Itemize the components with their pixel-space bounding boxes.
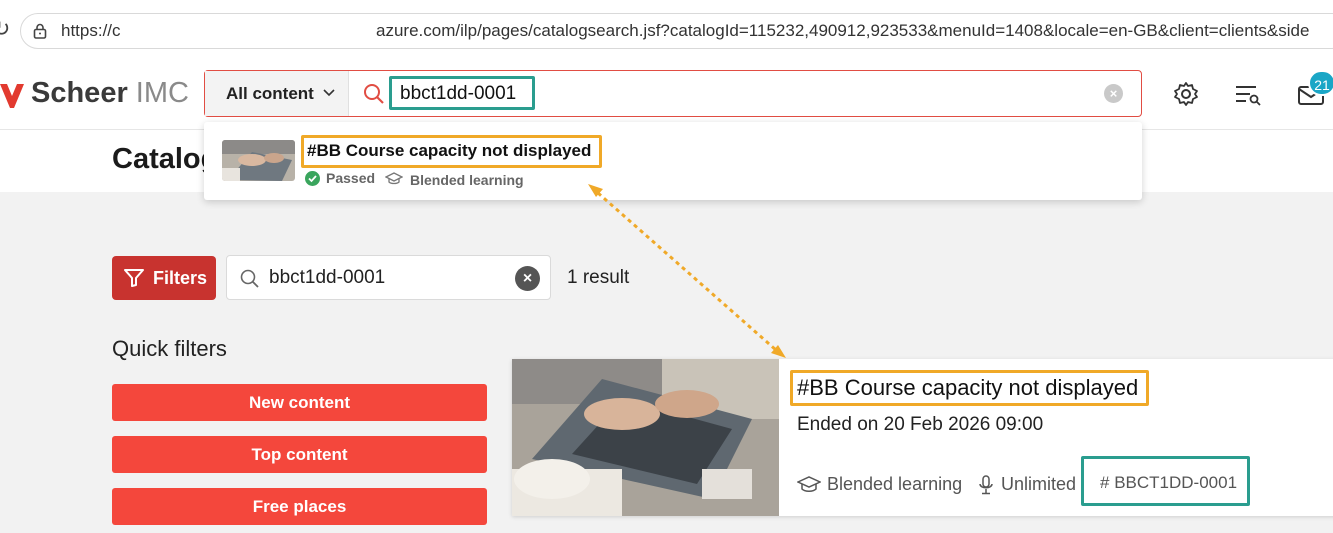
suggestion-status: Passed: [326, 170, 376, 186]
result-id: # BBCT1DD-0001: [1100, 473, 1237, 493]
suggestion-type: Blended learning: [410, 172, 524, 188]
app-header: Scheer IMC All content bbct1dd-0001 × 21: [0, 62, 1333, 130]
url-text: azure.com/ilp/pages/catalogsearch.jsf?ca…: [376, 21, 1310, 40]
graduation-cap-icon: [797, 476, 821, 492]
saved-search-icon[interactable]: [1234, 80, 1262, 108]
course-image[interactable]: [512, 359, 779, 516]
lock-icon: [33, 23, 47, 39]
clear-search-icon[interactable]: ×: [1104, 84, 1123, 103]
url-text-prefix: https://c: [61, 21, 121, 40]
filter-icon: [124, 269, 144, 287]
result-capacity: Unlimited: [1001, 474, 1077, 494]
suggestion-thumbnail[interactable]: [222, 140, 295, 181]
chevron-down-icon: [323, 89, 335, 97]
filters-label: Filters: [153, 268, 208, 288]
brand-name: Scheer: [31, 77, 128, 109]
result-count: 1 result: [567, 267, 630, 288]
search-input[interactable]: bbct1dd-0001: [389, 76, 535, 110]
notification-badge: 21: [1308, 70, 1333, 96]
result-date: Ended on 20 Feb 2026 09:00: [797, 414, 1044, 435]
result-title[interactable]: #BB Course capacity not displayed: [790, 370, 1150, 406]
filters-button[interactable]: Filters: [112, 256, 216, 300]
search-scope-dropdown[interactable]: All content: [205, 71, 349, 116]
quick-filters-title: Quick filters: [112, 336, 227, 361]
hash-icon: #: [1100, 473, 1110, 492]
search-scope-label: All content: [226, 84, 314, 103]
search-icon: [240, 269, 259, 288]
suggestion-title[interactable]: #BB Course capacity not displayed: [301, 135, 603, 168]
browser-toolbar: ↻ https://c azure.com/ilp/pages/catalogs…: [0, 0, 1333, 62]
catalog-search-value[interactable]: bbct1dd-0001: [269, 267, 385, 289]
result-id-value: BBCT1DD-0001: [1114, 473, 1238, 492]
graduation-cap-icon: [385, 172, 403, 185]
catalog-search-field[interactable]: bbct1dd-0001 ×: [226, 255, 551, 300]
page-title: Catalog: [112, 143, 212, 175]
result-id-box: # BBCT1DD-0001: [1081, 456, 1250, 506]
gear-icon[interactable]: [1172, 80, 1200, 108]
quick-filter-top-content[interactable]: Top content: [112, 436, 487, 473]
result-card[interactable]: #BB Course capacity not displayed Ended …: [512, 359, 1333, 516]
clear-icon[interactable]: ×: [515, 266, 540, 291]
result-type: Blended learning: [827, 474, 963, 494]
search-suggestions: #BB Course capacity not displayed Passed…: [204, 122, 1142, 200]
address-bar[interactable]: https://c azure.com/ilp/pages/catalogsea…: [20, 13, 1333, 49]
brand-logo[interactable]: Scheer IMC: [31, 77, 189, 110]
check-circle-icon: [305, 171, 320, 186]
microphone-icon: [979, 475, 993, 495]
global-search: All content bbct1dd-0001 ×: [204, 70, 1142, 117]
quick-filter-new-content[interactable]: New content: [112, 384, 487, 421]
reload-icon[interactable]: ↻: [0, 18, 10, 40]
logo-icon: [0, 84, 24, 108]
search-icon: [364, 84, 384, 104]
brand-suffix: IMC: [135, 77, 189, 109]
quick-filter-free-places[interactable]: Free places: [112, 488, 487, 525]
